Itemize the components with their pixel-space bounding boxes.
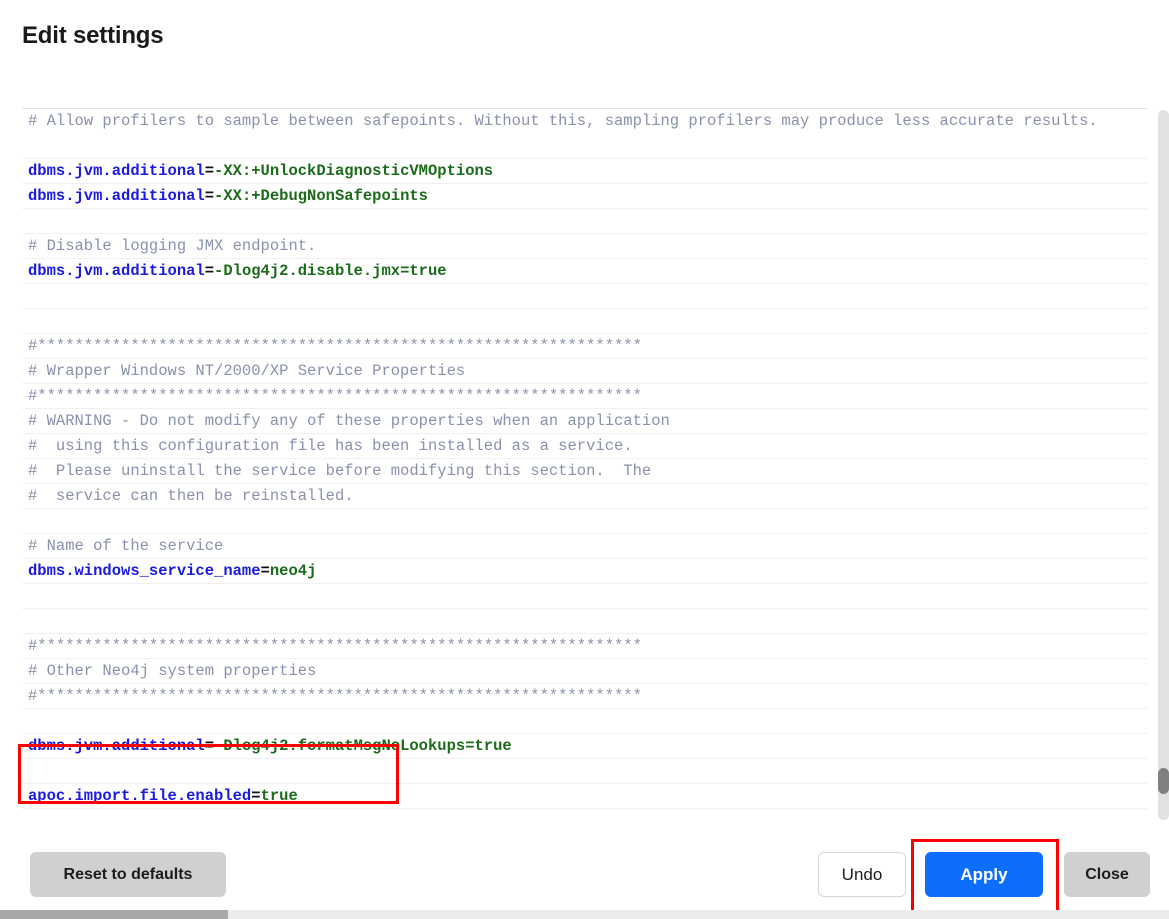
property-key: dbms.jvm.additional [28, 162, 205, 180]
settings-editor[interactable]: # Allow profilers to sample between safe… [22, 108, 1147, 820]
code-line-blank[interactable] [22, 609, 1147, 634]
comment-text: # Allow profilers to sample between safe… [28, 112, 1098, 130]
code-line[interactable]: # Wrapper Windows NT/2000/XP Service Pro… [22, 359, 1147, 384]
property-equals: = [204, 162, 215, 180]
page-title: Edit settings [22, 22, 164, 49]
property-value: -XX:+UnlockDiagnosticVMOptions [214, 162, 494, 180]
property-value: neo4j [269, 562, 317, 580]
comment-text: #***************************************… [28, 387, 642, 405]
horizontal-scrollbar[interactable] [0, 910, 1169, 919]
reset-to-defaults-button[interactable]: Reset to defaults [30, 852, 226, 897]
property-key: dbms.jvm.additional [28, 187, 205, 205]
comment-text: # using this configuration file has been… [28, 437, 633, 455]
property-value: -XX:+DebugNonSafepoints [214, 187, 428, 205]
code-line[interactable]: dbms.jvm.additional=-XX:+UnlockDiagnosti… [22, 159, 1147, 184]
property-value: true [260, 787, 298, 805]
code-line-blank[interactable] [22, 284, 1147, 309]
comment-text: # Other Neo4j system properties [28, 662, 317, 680]
property-key: dbms.jvm.additional [28, 737, 205, 755]
code-line[interactable]: dbms.jvm.additional=-Dlog4j2.disable.jmx… [22, 259, 1147, 284]
dialog-footer: Reset to defaults Undo Apply Close [0, 845, 1169, 907]
comment-text: #***************************************… [28, 337, 642, 355]
code-line[interactable]: #***************************************… [22, 684, 1147, 709]
property-equals: = [204, 737, 215, 755]
code-line[interactable]: #***************************************… [22, 384, 1147, 409]
code-line[interactable]: #***************************************… [22, 634, 1147, 659]
code-line-blank[interactable] [22, 509, 1147, 534]
property-equals: = [251, 787, 261, 805]
vertical-scrollbar[interactable] [1158, 110, 1169, 820]
vertical-scrollbar-thumb[interactable] [1158, 768, 1169, 794]
code-line[interactable]: #***************************************… [22, 334, 1147, 359]
close-button[interactable]: Close [1064, 852, 1150, 897]
code-line-blank[interactable] [22, 809, 1147, 820]
property-key: dbms.windows_service_name [28, 562, 261, 580]
code-line-blank[interactable] [22, 209, 1147, 234]
code-line[interactable]: dbms.jvm.additional=-XX:+DebugNonSafepoi… [22, 184, 1147, 209]
code-line[interactable]: # Allow profilers to sample between safe… [22, 109, 1147, 159]
code-line[interactable]: # WARNING - Do not modify any of these p… [22, 409, 1147, 434]
code-line-blank[interactable] [22, 309, 1147, 334]
apply-button[interactable]: Apply [925, 852, 1043, 897]
edit-settings-dialog: Edit settings # Allow profilers to sampl… [0, 0, 1169, 919]
code-line-blank[interactable] [22, 584, 1147, 609]
code-line[interactable]: # Name of the service [22, 534, 1147, 559]
comment-text: # Please uninstall the service before mo… [28, 462, 652, 480]
code-line[interactable]: # service can then be reinstalled. [22, 484, 1147, 509]
code-line[interactable]: dbms.windows_service_name=neo4j [22, 559, 1147, 584]
code-line-blank[interactable] [22, 709, 1147, 734]
comment-text: # WARNING - Do not modify any of these p… [28, 412, 670, 430]
property-equals: = [204, 187, 215, 205]
comment-text: # Disable logging JMX endpoint. [28, 237, 317, 255]
code-line[interactable]: apoc.import.file.enabled=true [22, 784, 1147, 809]
code-line[interactable]: # Other Neo4j system properties [22, 659, 1147, 684]
code-line[interactable]: dbms.jvm.additional=-Dlog4j2.formatMsgNo… [22, 734, 1147, 759]
property-key: dbms.jvm.additional [28, 262, 205, 280]
property-value: -Dlog4j2.formatMsgNoLookups=true [214, 737, 512, 755]
code-line[interactable]: # Please uninstall the service before mo… [22, 459, 1147, 484]
comment-text: #***************************************… [28, 637, 642, 655]
comment-text: # service can then be reinstalled. [28, 487, 354, 505]
property-equals: = [204, 262, 215, 280]
comment-text: # Wrapper Windows NT/2000/XP Service Pro… [28, 362, 466, 380]
comment-text: # Name of the service [28, 537, 224, 555]
comment-text: #***************************************… [28, 687, 642, 705]
code-line[interactable]: # Disable logging JMX endpoint. [22, 234, 1147, 259]
property-equals: = [260, 562, 270, 580]
code-line-blank[interactable] [22, 759, 1147, 784]
code-line[interactable]: # using this configuration file has been… [22, 434, 1147, 459]
code-lines-container[interactable]: # Allow profilers to sample between safe… [22, 109, 1147, 820]
undo-button[interactable]: Undo [818, 852, 906, 897]
property-key: apoc.import.file.enabled [28, 787, 252, 805]
property-value: -Dlog4j2.disable.jmx=true [214, 262, 447, 280]
horizontal-scrollbar-thumb[interactable] [0, 910, 228, 919]
